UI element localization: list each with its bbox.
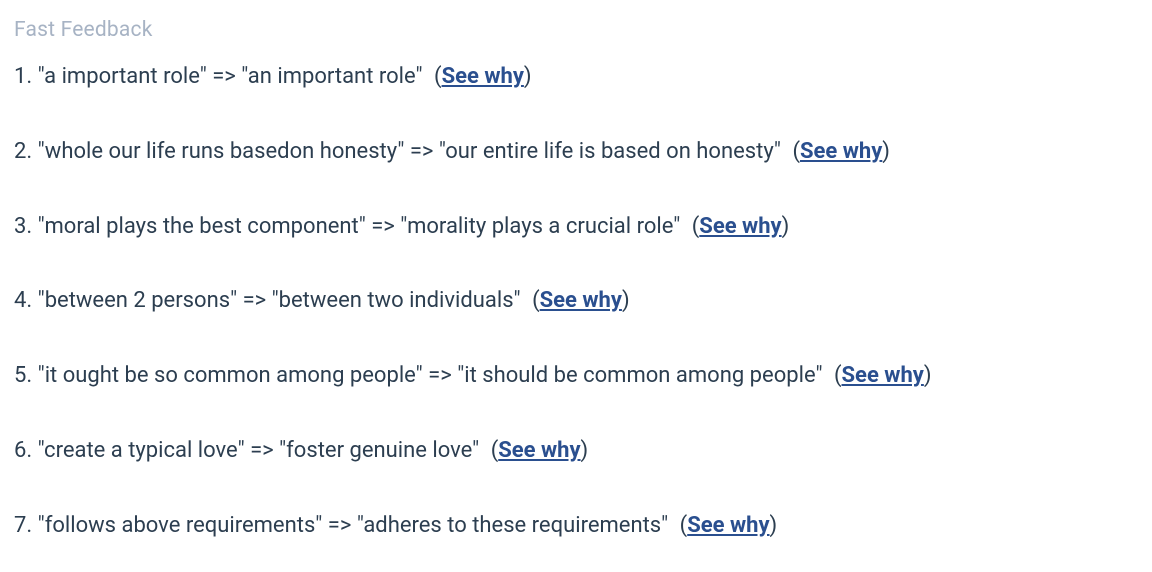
see-why-wrap: (See why) [692, 214, 790, 239]
see-why-link[interactable]: See why [540, 288, 622, 313]
item-text: "whole our life runs basedon honesty" =>… [38, 139, 781, 164]
item-number: 3. [14, 214, 32, 239]
item-number: 5. [14, 363, 32, 388]
see-why-link[interactable]: See why [699, 214, 781, 239]
item-number: 6. [14, 438, 32, 463]
page-title: Fast Feedback [14, 18, 1138, 42]
item-text: "a important role" => "an important role… [38, 64, 423, 89]
paren-close: ) [882, 139, 890, 164]
see-why-link[interactable]: See why [498, 438, 580, 463]
paren-close: ) [782, 214, 790, 239]
feedback-item: 4. "between 2 persons" => "between two i… [14, 286, 1138, 317]
paren-close: ) [581, 438, 589, 463]
paren-close: ) [524, 64, 532, 89]
see-why-link[interactable]: See why [687, 513, 769, 538]
item-number: 4. [14, 288, 32, 313]
paren-close: ) [770, 513, 778, 538]
see-why-link[interactable]: See why [442, 64, 524, 89]
see-why-wrap: (See why) [834, 363, 932, 388]
paren-close: ) [622, 288, 630, 313]
item-number: 7. [14, 513, 32, 538]
paren-close: ) [924, 363, 932, 388]
see-why-wrap: (See why) [491, 438, 589, 463]
paren-open: ( [434, 64, 442, 89]
item-text: "follows above requirements" => "adheres… [38, 513, 669, 538]
feedback-item: 1. "a important role" => "an important r… [14, 62, 1138, 93]
feedback-item: 2. "whole our life runs basedon honesty"… [14, 137, 1138, 168]
feedback-item: 5. "it ought be so common among people" … [14, 361, 1138, 392]
item-text: "moral plays the best component" => "mor… [38, 214, 681, 239]
item-text: "between 2 persons" => "between two indi… [38, 288, 521, 313]
see-why-wrap: (See why) [434, 64, 532, 89]
paren-open: ( [532, 288, 540, 313]
paren-open: ( [834, 363, 842, 388]
see-why-link[interactable]: See why [800, 139, 882, 164]
feedback-list: 1. "a important role" => "an important r… [14, 62, 1138, 542]
feedback-item: 6. "create a typical love" => "foster ge… [14, 436, 1138, 467]
item-number: 2. [14, 139, 32, 164]
feedback-item: 7. "follows above requirements" => "adhe… [14, 511, 1138, 542]
feedback-item: 3. "moral plays the best component" => "… [14, 212, 1138, 243]
item-text: "create a typical love" => "foster genui… [38, 438, 480, 463]
see-why-wrap: (See why) [792, 139, 890, 164]
paren-open: ( [792, 139, 800, 164]
item-text: "it ought be so common among people" => … [38, 363, 823, 388]
see-why-wrap: (See why) [532, 288, 630, 313]
see-why-link[interactable]: See why [842, 363, 924, 388]
see-why-wrap: (See why) [680, 513, 778, 538]
item-number: 1. [14, 64, 32, 89]
